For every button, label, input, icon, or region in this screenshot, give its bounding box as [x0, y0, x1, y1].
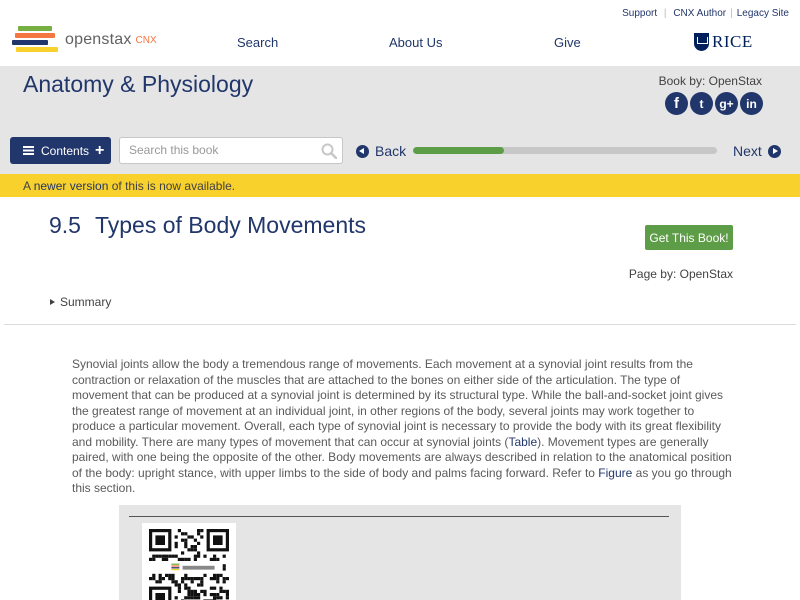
divider	[4, 324, 796, 325]
legacy-site-link[interactable]: Legacy Site	[737, 8, 789, 19]
arrow-left-icon	[356, 144, 369, 158]
qr-code-icon[interactable]	[149, 529, 229, 600]
section-number: 9.5	[49, 212, 81, 238]
list-icon	[23, 146, 34, 155]
page-title: 9.5 Types of Body Movements	[49, 212, 366, 239]
progress-fill	[413, 147, 505, 154]
next-label: Next	[733, 143, 762, 159]
book-header: Anatomy & Physiology Book by: OpenStax f…	[0, 66, 800, 174]
cnx-author-link[interactable]: CNX Author	[673, 8, 726, 19]
separator: |	[661, 8, 670, 19]
nav-search[interactable]: Search	[237, 35, 278, 50]
figure-rule	[129, 516, 669, 517]
notice-suffix: of this is now available.	[108, 179, 236, 193]
nav-give[interactable]: Give	[554, 35, 581, 50]
book-title[interactable]: Anatomy & Physiology	[23, 71, 253, 98]
rice-shield-icon	[694, 33, 709, 51]
separator: |	[730, 8, 733, 19]
section-title: Types of Body Movements	[94, 212, 366, 238]
contents-button[interactable]: Contents +	[10, 137, 111, 164]
get-this-book-button[interactable]: Get This Book!	[645, 225, 733, 250]
newer-version-link[interactable]: newer version	[34, 179, 109, 193]
notice-prefix: A	[23, 179, 34, 193]
twitter-icon[interactable]: t	[690, 92, 713, 115]
back-button[interactable]: Back	[356, 143, 406, 159]
google-plus-icon[interactable]: g+	[715, 92, 738, 115]
interactive-figure	[119, 505, 681, 600]
social-links: f t g+ in	[665, 92, 763, 115]
disclosure-triangle-icon	[50, 299, 55, 305]
table-link[interactable]: Table	[508, 435, 537, 449]
logo-suffix: CNX	[135, 34, 157, 46]
support-link[interactable]: Support	[622, 8, 657, 19]
nav-about-us[interactable]: About Us	[389, 35, 442, 50]
search-input[interactable]	[129, 143, 314, 157]
newer-version-notice: A newer version of this is now available…	[0, 174, 800, 197]
intro-paragraph: Synovial joints allow the body a tremend…	[72, 357, 732, 497]
book-by: Book by: OpenStax	[658, 74, 762, 88]
plus-icon: +	[95, 141, 105, 159]
arrow-right-icon	[767, 144, 781, 158]
qr-code-card	[142, 523, 236, 600]
logo-text: openstax	[65, 31, 132, 48]
figure-link[interactable]: Figure	[598, 466, 632, 480]
book-search	[119, 137, 343, 164]
summary-label: Summary	[60, 295, 112, 309]
linkedin-icon[interactable]: in	[740, 92, 763, 115]
search-icon[interactable]	[321, 143, 337, 159]
facebook-icon[interactable]: f	[665, 92, 688, 115]
book-progress-bar	[413, 147, 717, 154]
logo-mark-icon	[12, 26, 58, 54]
rice-logo[interactable]: RICE	[694, 32, 753, 52]
back-label: Back	[375, 143, 407, 159]
next-button[interactable]: Next	[733, 143, 781, 159]
site-header: openstax CNX Support | CNX Author | Lega…	[0, 0, 800, 66]
book-toolbar: Contents + Back Next	[0, 136, 800, 166]
openstax-logo[interactable]: openstax CNX	[12, 26, 157, 54]
rice-text: RICE	[712, 32, 753, 51]
utility-nav: Support | CNX Author | Legacy Site	[622, 8, 789, 19]
contents-label: Contents	[41, 143, 90, 158]
page-by: Page by: OpenStax	[628, 267, 733, 281]
summary-toggle[interactable]: Summary	[50, 295, 111, 309]
